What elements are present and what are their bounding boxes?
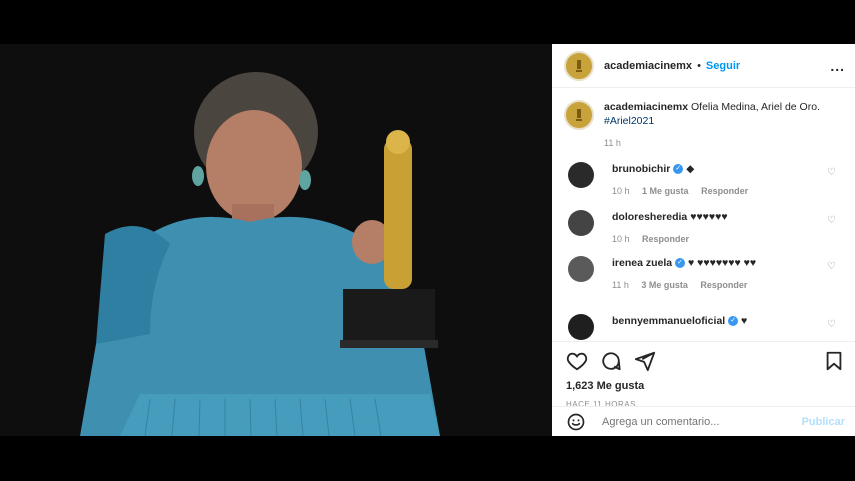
comment-like-heart-icon[interactable]: ♡ bbox=[827, 319, 836, 330]
comment-username[interactable]: doloresheredia bbox=[612, 211, 687, 223]
verified-badge-icon: ✓ bbox=[728, 316, 739, 327]
separator-dot: • bbox=[697, 59, 701, 72]
comment-text: ♥ bbox=[741, 315, 748, 327]
comment-like-heart-icon[interactable]: ♡ bbox=[827, 215, 836, 226]
comment-icon[interactable] bbox=[600, 350, 622, 372]
reply-button[interactable]: Responder bbox=[700, 280, 747, 290]
screenshot-frame: academiacinemx • Seguir ... academiacine… bbox=[0, 0, 855, 481]
profile-avatar[interactable] bbox=[564, 50, 594, 81]
comment-like-heart-icon[interactable]: ♡ bbox=[827, 261, 836, 272]
caption-avatar[interactable] bbox=[564, 100, 594, 130]
comment-meta: 10 h 1 Me gusta Responder bbox=[612, 184, 817, 198]
caption-username[interactable]: academiacinemx bbox=[604, 101, 688, 113]
commenter-avatar[interactable] bbox=[568, 210, 594, 236]
caption-time: 11 h bbox=[604, 138, 621, 148]
comment-body: doloresheredia ♥♥♥♥♥♥ 10 h Responder bbox=[612, 210, 817, 246]
comment-likes[interactable]: 1 Me gusta bbox=[642, 186, 689, 196]
bookmark-icon[interactable] bbox=[823, 350, 845, 372]
comment-time: 11 h bbox=[612, 280, 629, 290]
comment-likes[interactable]: 3 Me gusta bbox=[641, 280, 688, 290]
publish-button[interactable]: Publicar bbox=[802, 416, 845, 428]
comment-meta: 11 h 3 Me gusta Responder bbox=[612, 278, 817, 292]
comment-time: 10 h bbox=[612, 186, 630, 196]
reply-button[interactable]: Responder bbox=[701, 186, 748, 196]
comment-composer: Publicar bbox=[552, 406, 855, 436]
post-actions: 1,623 Me gusta HACE 11 HORAS bbox=[552, 341, 855, 409]
caption-text: Ofelia Medina, Ariel de Oro. bbox=[690, 101, 820, 113]
comment-text: ♥ ♥♥♥♥♥♥♥ ♥♥ bbox=[687, 257, 757, 269]
commenter-avatar[interactable] bbox=[568, 314, 594, 340]
comment-item: irenea zuela ✓ ♥ ♥♥♥♥♥♥♥ ♥♥ 11 h 3 Me gu… bbox=[568, 256, 848, 292]
comment-time: 10 h bbox=[612, 234, 630, 244]
comment-item: brunobichir ✓ ◆ 10 h 1 Me gusta Responde… bbox=[568, 162, 848, 198]
heart-icon[interactable] bbox=[566, 350, 588, 372]
trophy-logo-icon bbox=[576, 109, 582, 121]
verified-badge-icon: ✓ bbox=[673, 164, 684, 175]
comment-body: brunobichir ✓ ◆ 10 h 1 Me gusta Responde… bbox=[612, 162, 817, 198]
reply-button[interactable]: Responder bbox=[642, 234, 689, 244]
emoji-icon[interactable] bbox=[566, 412, 586, 432]
header-username[interactable]: academiacinemx bbox=[604, 60, 692, 72]
comment-like-heart-icon[interactable]: ♡ bbox=[827, 167, 836, 178]
commenter-avatar[interactable] bbox=[568, 256, 594, 282]
likes-count[interactable]: 1,623 Me gusta bbox=[566, 380, 843, 392]
comment-body: bennyemmanueloficial ✓ ♥ bbox=[612, 314, 817, 328]
verified-badge-icon: ✓ bbox=[675, 258, 686, 269]
post-caption: academiacinemx Ofelia Medina, Ariel de O… bbox=[564, 100, 844, 150]
comment-meta: 10 h Responder bbox=[612, 232, 817, 246]
comment-text: ◆ bbox=[686, 163, 695, 175]
follow-button[interactable]: Seguir bbox=[706, 60, 740, 72]
post-photo bbox=[0, 44, 552, 436]
comment-username[interactable]: brunobichir bbox=[612, 163, 670, 175]
comment-input[interactable] bbox=[600, 414, 784, 429]
comment-item: bennyemmanueloficial ✓ ♥ ♡ bbox=[568, 314, 848, 340]
share-icon[interactable] bbox=[634, 350, 656, 372]
comment-username[interactable]: bennyemmanueloficial bbox=[612, 315, 725, 327]
post-header: academiacinemx • Seguir ... bbox=[552, 44, 855, 88]
caption-text-block: academiacinemx Ofelia Medina, Ariel de O… bbox=[604, 100, 824, 150]
comment-item: doloresheredia ♥♥♥♥♥♥ 10 h Responder ♡ bbox=[568, 210, 848, 246]
commenter-avatar[interactable] bbox=[568, 162, 594, 188]
comment-username[interactable]: irenea zuela bbox=[612, 257, 672, 269]
comment-body: irenea zuela ✓ ♥ ♥♥♥♥♥♥♥ ♥♥ 11 h 3 Me gu… bbox=[612, 256, 817, 292]
comment-text: ♥♥♥♥♥♥ bbox=[690, 211, 728, 223]
post-panel: academiacinemx • Seguir ... academiacine… bbox=[552, 44, 855, 436]
trophy-logo-icon bbox=[576, 59, 582, 72]
hashtag-link[interactable]: #Ariel2021 bbox=[604, 115, 654, 127]
action-icons bbox=[566, 350, 843, 372]
more-icon[interactable]: ... bbox=[830, 58, 845, 74]
